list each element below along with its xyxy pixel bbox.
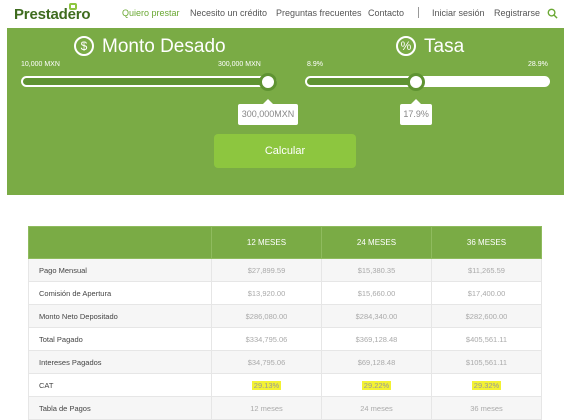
nav-login[interactable]: Iniciar sesión — [432, 8, 485, 18]
tasa-value-bubble: 17.9% — [400, 99, 433, 125]
row-label: Intereses Pagados — [28, 350, 212, 374]
table-cell[interactable]: 12 meses — [211, 396, 322, 420]
cell-value: $369,128.48 — [355, 334, 398, 344]
table-cell[interactable]: 36 meses — [431, 396, 542, 420]
nav-register[interactable]: Registrarse — [494, 8, 540, 18]
row-label: Tabla de Pagos — [28, 396, 212, 420]
calculate-button[interactable]: Calcular — [214, 134, 356, 168]
table-cell: $286,080.00 — [211, 304, 322, 328]
table-cell: 29.22% — [321, 373, 432, 397]
row-label: Monto Neto Depositado — [28, 304, 212, 328]
loan-calculator-panel: $ Monto Desado 10,000 MXN 300,000 MXN 30… — [7, 28, 564, 195]
row-label: CAT — [28, 373, 212, 397]
table-cell[interactable]: 24 meses — [321, 396, 432, 420]
table-cell: $334,795.06 — [211, 327, 322, 351]
cell-value: $34,795.06 — [247, 357, 286, 367]
logo[interactable]: Prestadero — [14, 6, 91, 23]
tasa-slider-thumb[interactable] — [407, 73, 426, 91]
percent-icon: % — [396, 36, 416, 56]
search-icon[interactable] — [547, 8, 558, 19]
highlighted-value: 29.32% — [471, 380, 502, 390]
monto-max-label: 300,000 MXN — [218, 61, 261, 68]
cell-value: $286,080.00 — [245, 311, 288, 321]
table-cell: $105,561.11 — [431, 350, 542, 374]
cell-value: $334,795.06 — [245, 334, 288, 344]
cell-value: $17,400.00 — [467, 288, 506, 298]
monto-title: Monto Desado — [102, 36, 226, 57]
cell-value: $282,600.00 — [465, 311, 508, 321]
nav-preguntas-frecuentes[interactable]: Preguntas frecuentes — [276, 8, 362, 18]
dollar-icon: $ — [74, 36, 94, 56]
cell-value: $15,380.35 — [357, 265, 396, 275]
row-label: Total Pagado — [28, 327, 212, 351]
monto-value-bubble: 300,000MXN — [238, 99, 298, 125]
tasa-max-label: 28.9% — [528, 61, 548, 68]
cell-value: $27,899.59 — [247, 265, 286, 275]
table-cell: $34,795.06 — [211, 350, 322, 374]
tasa-min-label: 8.9% — [307, 61, 323, 68]
tasa-slider-track[interactable] — [305, 76, 550, 87]
cell-value: 24 meses — [360, 403, 393, 413]
table-row: CAT 29.13% 29.22% 29.32% — [28, 373, 542, 397]
cell-value: 36 meses — [470, 403, 503, 413]
table-header-cell: 12 MESES — [211, 226, 322, 259]
row-label: Comisión de Apertura — [28, 281, 212, 305]
table-header-row: 12 MESES 24 MESES 36 MESES — [28, 226, 542, 259]
table-header-cell: 24 MESES — [321, 226, 432, 259]
table-cell: $27,899.59 — [211, 258, 322, 282]
table-cell: 29.32% — [431, 373, 542, 397]
table-row: Monto Neto Depositado $286,080.00 $284,340… — [28, 304, 542, 328]
highlighted-value: 29.13% — [251, 380, 282, 390]
row-label: Pago Mensual — [28, 258, 212, 282]
table-row: Total Pagado $334,795.06 $369,128.48 $405,5… — [28, 327, 542, 351]
monto-min-label: 10,000 MXN — [21, 61, 60, 68]
table-cell: $11,265.59 — [431, 258, 542, 282]
table-cell: $405,561.11 — [431, 327, 542, 351]
cell-value: $13,920.00 — [247, 288, 286, 298]
cell-value: $15,660.00 — [357, 288, 396, 298]
cell-value: $405,561.11 — [465, 334, 508, 344]
table-header-cell: 36 MESES — [431, 226, 542, 259]
highlighted-value: 29.22% — [361, 380, 392, 390]
cell-value: 12 meses — [250, 403, 283, 413]
logo-bubble-icon — [69, 3, 77, 10]
table-row: Intereses Pagados $34,795.06 $69,128.48 $10… — [28, 350, 542, 374]
nav-contacto[interactable]: Contacto — [368, 8, 404, 18]
monto-slider-thumb[interactable] — [259, 73, 277, 91]
cell-value: $105,561.11 — [465, 357, 508, 367]
table-row: Tabla de Pagos 12 meses 24 meses 36 meses — [28, 396, 542, 420]
table-cell: $15,660.00 — [321, 281, 432, 305]
cell-value: $284,340.00 — [355, 311, 398, 321]
cell-value: $11,265.59 — [468, 265, 505, 275]
table-cell: $15,380.35 — [321, 258, 432, 282]
table-cell: $17,400.00 — [431, 281, 542, 305]
table-cell: 29.13% — [211, 373, 322, 397]
table-cell: $369,128.48 — [321, 327, 432, 351]
table-cell: $284,340.00 — [321, 304, 432, 328]
table-row: Pago Mensual $27,899.59 $15,380.35 $11,265.… — [28, 258, 542, 282]
monto-slider-fill — [23, 78, 268, 85]
table-header-cell — [28, 226, 212, 259]
tasa-slider-fill — [307, 78, 417, 85]
table-cell: $282,600.00 — [431, 304, 542, 328]
results-table: 12 MESES 24 MESES 36 MESES Pago Mensual $… — [28, 226, 542, 420]
monto-slider-track[interactable] — [21, 76, 277, 87]
nav-necesito-credito[interactable]: Necesito un crédito — [190, 8, 267, 18]
top-nav: Prestadero Quiero prestar Necesito un cr… — [0, 0, 567, 28]
nav-divider — [418, 7, 419, 18]
table-row: Comisión de Apertura $13,920.00 $15,660.00… — [28, 281, 542, 305]
table-cell: $69,128.48 — [321, 350, 432, 374]
cell-value: $69,128.48 — [357, 357, 396, 367]
nav-quiero-prestar[interactable]: Quiero prestar — [122, 8, 180, 18]
tasa-title: Tasa — [424, 36, 465, 57]
table-cell: $13,920.00 — [211, 281, 322, 305]
